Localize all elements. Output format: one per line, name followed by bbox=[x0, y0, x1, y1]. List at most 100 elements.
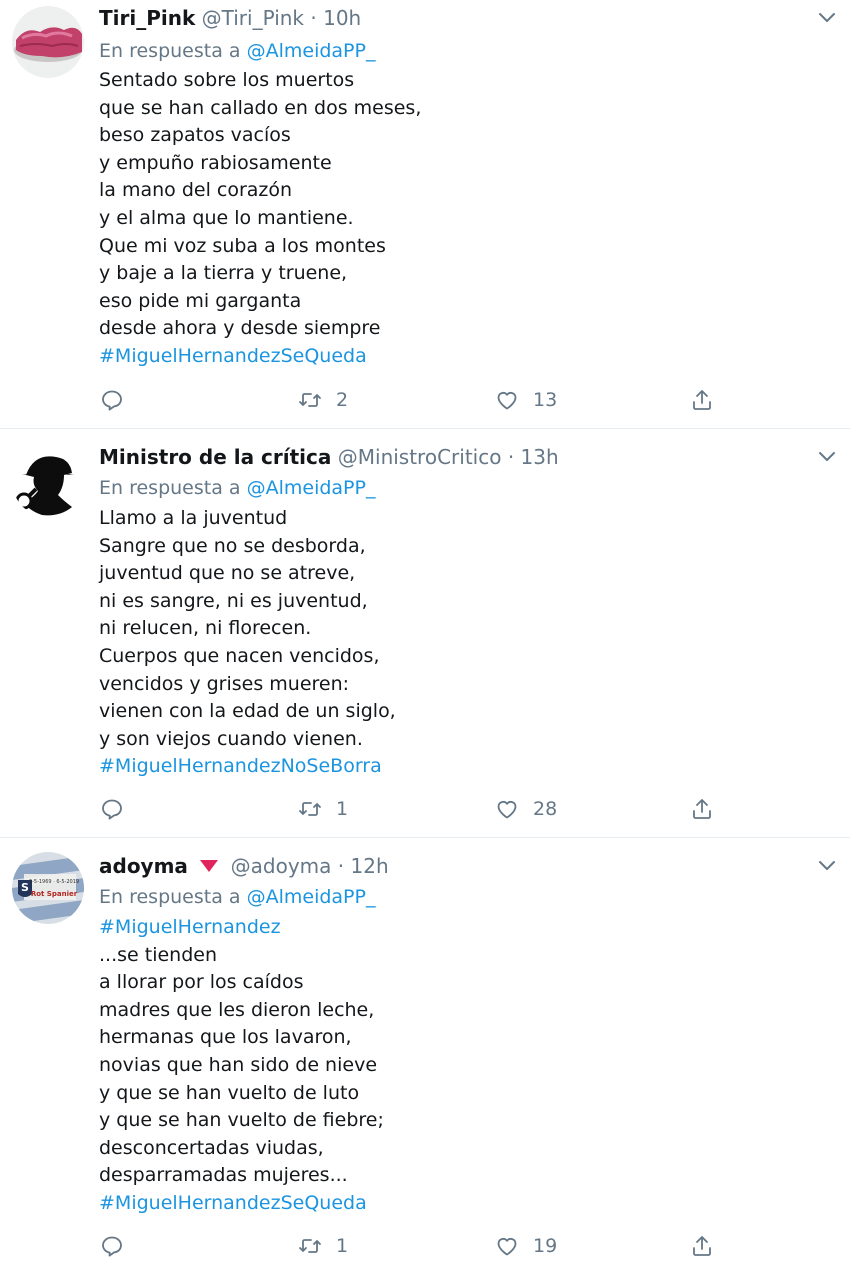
tweet[interactable]: Tiri_Pink @Tiri_Pink · 10h En respuesta … bbox=[0, 0, 850, 428]
hashtag-link[interactable]: #MiguelHernandezSeQueda bbox=[99, 1190, 384, 1218]
text-line: la mano del corazón bbox=[99, 179, 293, 202]
like-icon bbox=[497, 392, 517, 410]
like-button[interactable]: 19 bbox=[495, 1232, 557, 1260]
text-line: y son viejos cuando vienen. bbox=[99, 727, 363, 750]
display-name[interactable]: adoyma bbox=[99, 854, 188, 878]
reply-icon bbox=[102, 1236, 122, 1257]
text-line: vencidos y grises mueren: bbox=[99, 672, 350, 695]
text-line: desconcertadas viudas, bbox=[99, 1136, 324, 1159]
svg-text:S: S bbox=[21, 881, 29, 894]
share-icon bbox=[693, 390, 711, 410]
reply-context: En respuesta a @AlmeidaPP_ bbox=[99, 475, 375, 502]
avatar[interactable]: S 6-5-1969 · 6-5-2019 Rot Spanier bbox=[12, 852, 84, 924]
reply-prefix: En respuesta a bbox=[99, 886, 241, 908]
separator-dot: · bbox=[310, 6, 317, 30]
text-line: desde ahora y desde siempre bbox=[99, 317, 381, 340]
text-line: Que mi voz suba a los montes bbox=[99, 234, 386, 257]
reply-button[interactable] bbox=[100, 386, 124, 414]
text-line: ni es sangre, ni es juventud, bbox=[99, 589, 368, 612]
heart-badge-icon bbox=[198, 853, 220, 872]
like-button[interactable]: 13 bbox=[495, 386, 557, 414]
tweet[interactable]: S 6-5-1969 · 6-5-2019 Rot Spanier adoyma… bbox=[0, 838, 850, 1267]
text-line: ni relucen, ni florecen. bbox=[99, 617, 312, 640]
text-line: novias que han sido de nieve bbox=[99, 1053, 378, 1076]
text-line: Cuerpos que nacen vencidos, bbox=[99, 644, 380, 667]
share-button[interactable] bbox=[690, 1232, 714, 1260]
reply-context: En respuesta a @AlmeidaPP_ bbox=[99, 38, 375, 65]
retweet-count: 2 bbox=[336, 389, 349, 411]
display-name[interactable]: Tiri_Pink bbox=[99, 6, 195, 30]
user-handle[interactable]: @adoyma bbox=[231, 854, 332, 878]
timestamp[interactable]: 12h bbox=[351, 854, 389, 878]
tweet-text: Llamo a la juventud Sangre que no se des… bbox=[99, 505, 396, 781]
text-line: y que se han vuelto de fiebre; bbox=[99, 1109, 384, 1132]
avatar-caption: Rot Spanier bbox=[31, 890, 78, 898]
text-line: a llorar por los caídos bbox=[99, 971, 304, 994]
timestamp[interactable]: 13h bbox=[521, 445, 559, 469]
like-icon bbox=[497, 1238, 517, 1256]
text-line: madres que les dieron leche, bbox=[99, 998, 375, 1021]
share-button[interactable] bbox=[690, 386, 714, 414]
text-line: Llamo a la juventud bbox=[99, 507, 288, 529]
reply-icon bbox=[102, 390, 122, 411]
user-handle[interactable]: @Tiri_Pink bbox=[202, 6, 304, 30]
share-button[interactable] bbox=[690, 795, 714, 823]
caret-down-icon[interactable] bbox=[816, 854, 838, 876]
text-line: que se han callado en dos meses, bbox=[99, 96, 422, 119]
text-line: y baje a la tierra y truene, bbox=[99, 262, 348, 285]
reply-prefix: En respuesta a bbox=[99, 477, 241, 499]
text-line: juventud que no se atreve, bbox=[99, 562, 356, 585]
reply-mention[interactable]: @AlmeidaPP_ bbox=[247, 40, 376, 62]
avatar[interactable] bbox=[12, 6, 84, 78]
text-line: y empuño rabiosamente bbox=[99, 151, 332, 174]
tweet[interactable]: Ministro de la crítica @MinistroCritico … bbox=[0, 429, 850, 837]
text-line: vienen con la edad de un siglo, bbox=[99, 700, 396, 723]
retweet-count: 1 bbox=[336, 1235, 349, 1257]
display-name[interactable]: Ministro de la crítica bbox=[99, 445, 331, 469]
avatar-caption: 6-5-1969 · 6-5-2019 bbox=[29, 879, 79, 885]
reply-icon bbox=[102, 799, 122, 820]
text-line: Sangre que no se desborda, bbox=[99, 534, 366, 557]
separator-dot: · bbox=[507, 445, 515, 469]
tweet-text: Sentado sobre los muertos que se han cal… bbox=[99, 67, 421, 371]
reply-button[interactable] bbox=[100, 1232, 124, 1260]
separator-dot: · bbox=[337, 854, 345, 878]
text-line: beso zapatos vacíos bbox=[99, 124, 291, 147]
retweet-icon bbox=[299, 802, 321, 816]
retweet-count: 1 bbox=[336, 798, 349, 820]
like-count: 13 bbox=[533, 389, 558, 411]
reply-prefix: En respuesta a bbox=[99, 40, 241, 62]
timestamp[interactable]: 10h bbox=[323, 6, 361, 30]
hashtag-link[interactable]: #MiguelHernandez bbox=[99, 914, 384, 942]
retweet-button[interactable]: 2 bbox=[298, 386, 348, 414]
retweet-button[interactable]: 1 bbox=[298, 1232, 348, 1260]
hashtag-link[interactable]: #MiguelHernandezSeQueda bbox=[99, 343, 421, 371]
like-button[interactable]: 28 bbox=[495, 795, 557, 823]
reply-context: En respuesta a @AlmeidaPP_ bbox=[99, 884, 375, 911]
text-line: ...se tienden bbox=[99, 943, 217, 966]
avatar[interactable] bbox=[12, 445, 84, 517]
reply-mention[interactable]: @AlmeidaPP_ bbox=[247, 477, 376, 499]
retweet-button[interactable]: 1 bbox=[298, 795, 348, 823]
text-line: desparramadas mujeres... bbox=[99, 1164, 348, 1187]
caret-down-icon[interactable] bbox=[816, 445, 838, 467]
like-count: 28 bbox=[533, 798, 558, 820]
tweet-header: Ministro de la crítica @MinistroCritico … bbox=[99, 443, 559, 471]
text-line: eso pide mi garganta bbox=[99, 289, 302, 312]
like-count: 19 bbox=[533, 1235, 558, 1257]
caret-down-icon[interactable] bbox=[816, 6, 838, 28]
like-icon bbox=[497, 801, 517, 819]
tweet-header: adoyma @adoyma · 12h bbox=[99, 852, 389, 880]
reply-button[interactable] bbox=[100, 795, 124, 823]
text-line: hermanas que los lavaron, bbox=[99, 1026, 352, 1049]
share-icon bbox=[693, 1236, 711, 1256]
text-line: y que se han vuelto de luto bbox=[99, 1081, 360, 1104]
reply-mention[interactable]: @AlmeidaPP_ bbox=[247, 886, 376, 908]
hashtag-link[interactable]: #MiguelHernandezNoSeBorra bbox=[99, 753, 396, 781]
text-line: Sentado sobre los muertos bbox=[99, 69, 355, 91]
tweet-header: Tiri_Pink @Tiri_Pink · 10h bbox=[99, 4, 361, 32]
share-icon bbox=[693, 799, 711, 819]
retweet-icon bbox=[299, 1239, 321, 1253]
text-line: y el alma que lo mantiene. bbox=[99, 206, 354, 229]
user-handle[interactable]: @MinistroCritico bbox=[338, 445, 502, 469]
